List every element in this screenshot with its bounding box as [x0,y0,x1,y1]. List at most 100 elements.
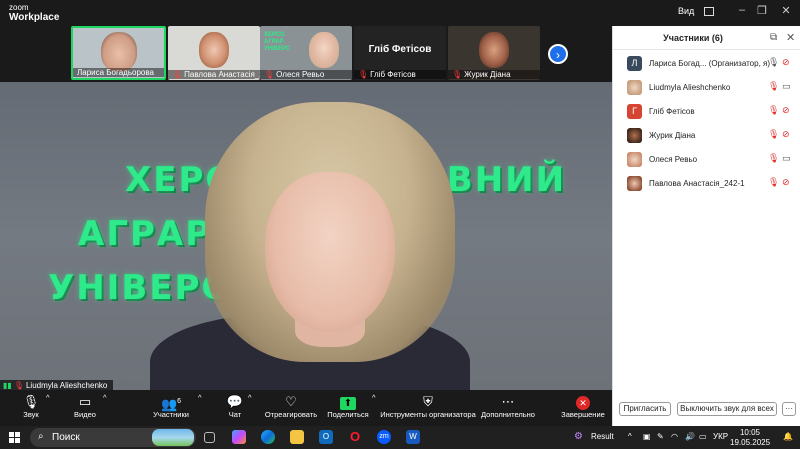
view-grid-icon[interactable] [704,7,714,16]
participants-icon: 👥6 [160,396,182,412]
participant-row[interactable]: Журик Діана 🎙 ⊘ [613,126,800,146]
gallery-tile[interactable]: ХЕРСО АГРАР УНІВЕРС 🎙 Олеся Ревьо [260,26,352,80]
participants-button[interactable]: 👥6 Участники [150,393,192,419]
participant-name: Гліб Фетісов [649,107,695,116]
chat-icon: 💬 [226,394,244,409]
invite-button[interactable]: Пригласить [619,402,671,416]
camera-icon[interactable]: ▭ [782,81,791,92]
gallery-tile[interactable]: Лариса Богадьорова [71,26,166,80]
participant-row[interactable]: Олеся Ревьо 🎙 ▭ [613,150,800,170]
participant-name: Лариса Богад... (Организатор, я) [649,59,771,68]
result-app-icon[interactable]: ⚙ [574,431,583,442]
close-window-icon[interactable]: ✕ [778,4,794,17]
gallery-name: Лариса Богадьорова [73,68,164,77]
windows-taskbar: ⌕ Поиск O O zm W ⚙ Result ^ ▣ ✎ ◠ 🔊 ▭ УК… [0,426,800,449]
tray-app-icon[interactable]: ▣ [643,432,651,441]
gallery-name: 🎙Павлова Анастасія_2... [168,70,260,79]
camera-off-icon[interactable]: ⊘ [782,177,790,188]
participants-panel: Участники (6) ⧉ ✕ Л Лариса Богад... (Орг… [612,26,800,426]
edge-icon[interactable] [261,430,275,444]
mute-all-button[interactable]: Выключить звук для всех [677,402,777,416]
battery-icon[interactable]: ▭ [699,432,707,441]
pen-icon[interactable]: ✎ [657,432,664,441]
camera-icon[interactable]: ▭ [782,153,791,164]
audio-button[interactable]: 🎙 Звук [18,393,44,419]
microphone-icon[interactable]: 🎙 [768,57,779,68]
panel-more-button[interactable]: ··· [782,402,796,416]
next-page-button[interactable]: › [548,44,568,64]
host-tools-button[interactable]: ⛨ Инструменты организатора [380,393,476,419]
opera-icon[interactable]: O [348,430,362,444]
mic-muted-icon[interactable]: 🎙 [768,153,779,164]
end-meeting-button[interactable]: ✕ Завершение [560,393,606,419]
gallery-name: 🎙 Журик Діана [448,70,540,79]
maximize-icon[interactable]: ❐ [754,4,770,17]
participant-row[interactable]: Г Гліб Фетісов 🎙 ⊘ [613,102,800,122]
participants-options-caret[interactable]: ^ [198,393,202,402]
meeting-toolbar: 🎙 Звук ^ ▭ Видео ^ 👥6 Участники ^ 💬 Чат ^ ♡ О… [0,390,612,426]
active-speaker-video: ХЕРС Й ДЕРЖАВНИЙ АГРАР ОМІЧНИЙ УНІВЕРС [0,82,612,390]
zoom-meeting-window: zoom Workplace Вид – ❐ ✕ Лариса Богадьор… [0,0,800,449]
copilot-icon[interactable] [232,430,246,444]
logo-line2: Workplace [9,12,60,23]
more-button[interactable]: ⋯ Дополнительно [478,393,538,419]
view-button[interactable]: Вид [678,6,694,16]
share-options-caret[interactable]: ^ [372,393,376,402]
gallery-center-name: Гліб Фетісов [368,44,432,55]
audio-options-caret[interactable]: ^ [46,393,50,402]
participant-row[interactable]: Павлова Анастасія_242-1 🎙 ⊘ [613,174,800,194]
windows-start-icon[interactable] [9,432,20,443]
participant-video [309,32,340,68]
gallery-tile[interactable]: 🎙 Журик Діана [448,26,540,80]
avatar: Л [627,56,642,71]
video-options-caret[interactable]: ^ [103,393,107,402]
taskbar-search[interactable]: ⌕ Поиск [30,428,196,447]
speaker-face [265,172,395,332]
file-explorer-icon[interactable] [290,430,304,444]
clock-date: 19.05.2025 [730,438,771,447]
participant-video [100,32,137,72]
mic-muted-icon: 🎙 [264,70,275,79]
title-bar: zoom Workplace [0,0,668,26]
react-button[interactable]: ♡ Отреагировать [264,393,318,419]
task-view-icon[interactable] [204,432,215,443]
camera-off-icon[interactable]: ⊘ [782,129,790,140]
participant-row[interactable]: Liudmyla Alieshchenko 🎙 ▭ [613,78,800,98]
mic-muted-icon[interactable]: 🎙 [768,177,779,188]
result-label[interactable]: Result [591,432,614,441]
pop-out-icon[interactable]: ⧉ [770,32,777,43]
language-indicator[interactable]: УКР [713,432,728,441]
mic-muted-icon[interactable]: 🎙 [768,105,779,116]
word-icon[interactable]: W [406,430,420,444]
camera-off-icon[interactable]: ⊘ [782,105,790,116]
chevron-right-icon: › [556,48,560,62]
search-label: Поиск [52,432,80,443]
avatar [627,176,642,191]
mic-muted-icon[interactable]: 🎙 [768,81,779,92]
participant-row[interactable]: Л Лариса Богад... (Организатор, я) 🎙 ⊘ [613,54,800,74]
gallery-tile[interactable]: Гліб Фетісов 🎙 Гліб Фетісов [354,26,446,80]
volume-icon[interactable]: 🔊 [685,432,695,441]
background-text-line: УНІВЕРС [48,268,229,308]
mic-muted-icon: 🎙 [358,70,369,79]
chevron-up-icon[interactable]: ^ [628,432,632,441]
mic-muted-icon[interactable]: 🎙 [768,129,779,140]
outlook-icon[interactable]: O [319,430,333,444]
chat-options-caret[interactable]: ^ [248,393,252,402]
wifi-icon[interactable]: ◠ [671,432,678,441]
signal-bars-icon: ▮▮ [3,381,12,390]
camera-off-icon[interactable]: ⊘ [782,57,790,68]
video-button[interactable]: ▭ Видео [70,393,100,419]
chat-button[interactable]: 💬 Чат [224,393,246,419]
taskbar-clock[interactable]: 10:05 19.05.2025 [730,428,770,448]
avatar [627,80,642,95]
zoom-app-icon[interactable]: zm [377,430,391,444]
close-panel-icon[interactable]: ✕ [786,31,795,44]
notification-bell-icon[interactable]: 🔔 [783,432,793,441]
panel-title: Участники (6) [663,33,723,43]
participant-video [199,32,229,68]
participant-name: Олеся Ревьо [649,155,698,164]
minimize-icon[interactable]: – [734,4,750,16]
share-button[interactable]: ⬆ Поделиться [326,393,370,419]
gallery-tile[interactable]: 🎙Павлова Анастасія_2... [168,26,260,80]
